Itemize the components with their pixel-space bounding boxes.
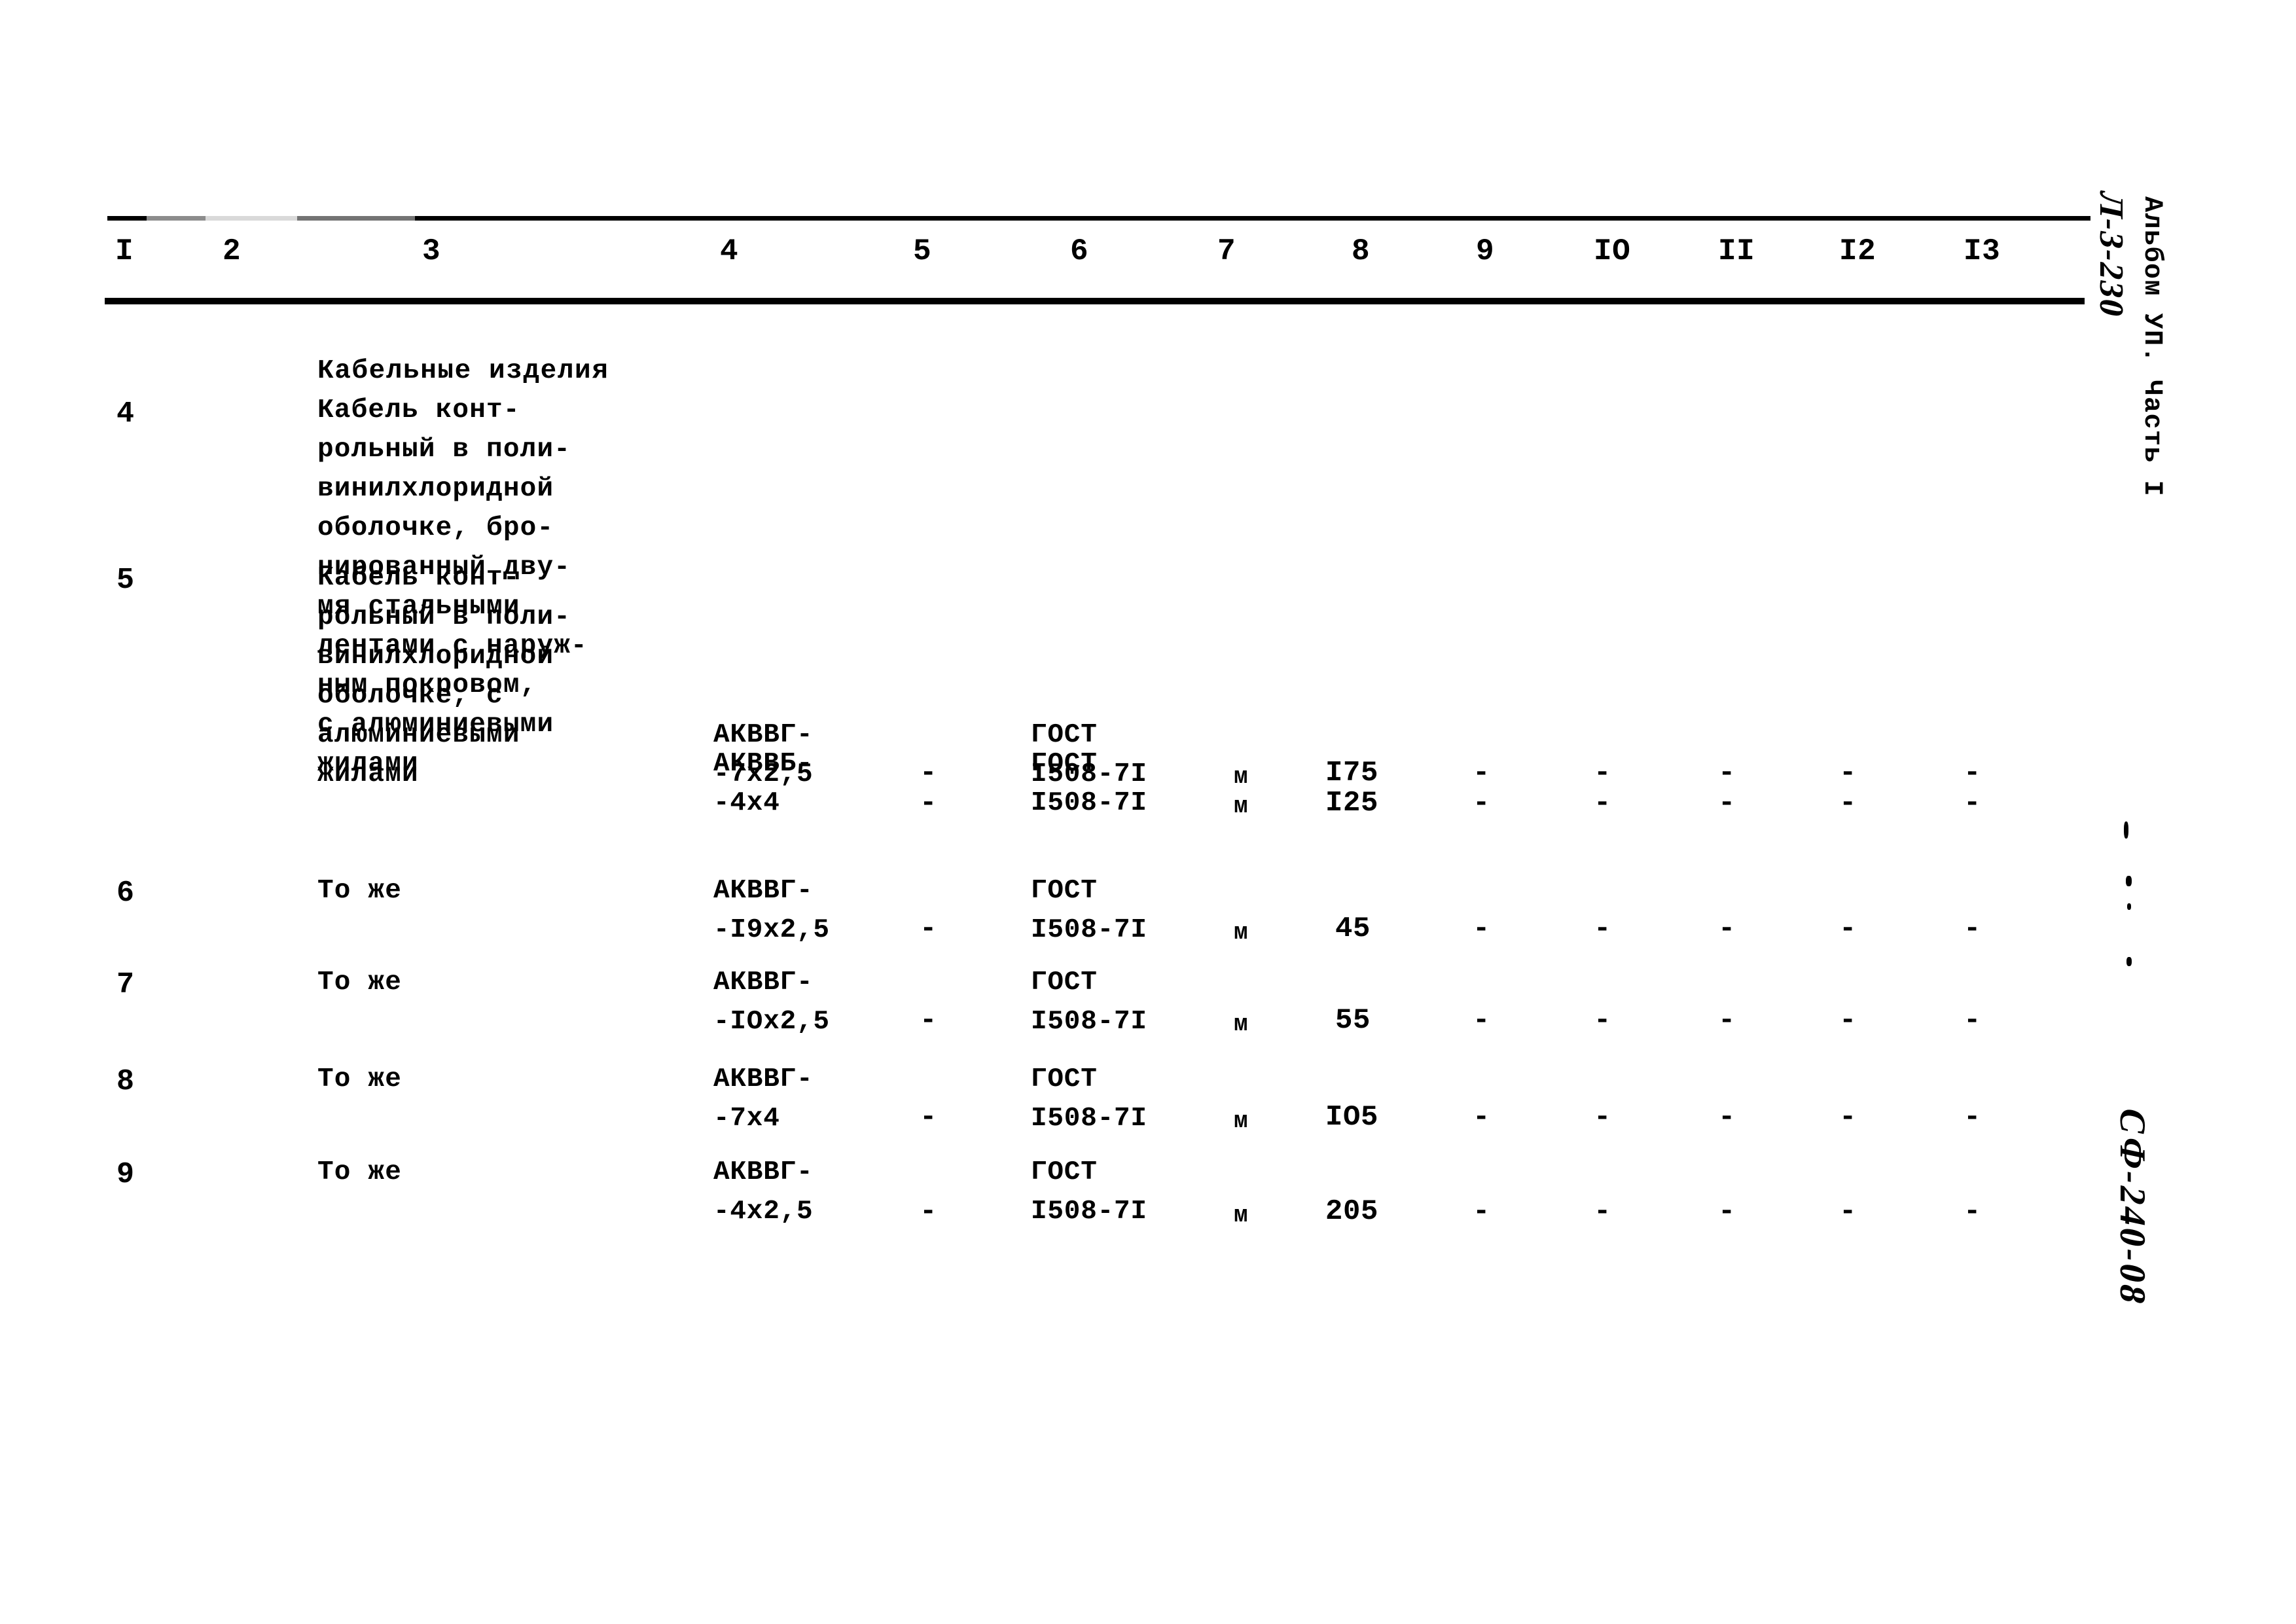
table-row-7-number: 7 <box>117 968 135 1001</box>
table-row-7-col13: - <box>1964 1004 1982 1037</box>
table-row-8-number: 8 <box>117 1065 135 1098</box>
table-row-7-col11: - <box>1718 1004 1736 1037</box>
column-header-1: I <box>115 234 134 268</box>
table-row-7-gost: ГОСТ I508-7I <box>1031 967 1147 1037</box>
table-row-9-col12: - <box>1839 1195 1857 1228</box>
column-header-2: 2 <box>223 234 242 268</box>
column-header-8: 8 <box>1352 234 1371 268</box>
table-row-7-quantity: 55 <box>1335 1004 1371 1037</box>
table-row-5-number: 5 <box>117 564 135 597</box>
specification-table: I 2 3 4 5 6 7 8 9 IO II I2 I3 Кабельные … <box>105 216 2094 1332</box>
table-row-5-description: Кабель конт- рольный в поли- винилхлорид… <box>317 563 571 789</box>
table-row-9-col9: - <box>1473 1195 1491 1228</box>
table-row-9-unit: м <box>1234 1202 1249 1229</box>
margin-note-drawing-code: Л-3-230 <box>2092 188 2130 322</box>
table-header-rule <box>105 298 2085 304</box>
table-row-6-col5: - <box>920 912 938 945</box>
table-row-8-code: АКВВГ- -7х4 <box>713 1064 814 1134</box>
column-header-6: 6 <box>1070 234 1089 268</box>
table-row-7-col5: - <box>920 1004 938 1037</box>
table-row-6-code: АКВВГ- -I9х2,5 <box>713 876 830 945</box>
table-row-9-quantity: 205 <box>1325 1195 1379 1228</box>
ink-speck <box>2126 957 2132 966</box>
ink-speck <box>2127 903 2131 910</box>
column-header-10: IO <box>1594 234 1631 268</box>
table-row-5-gost: ГОСТ I508-7I <box>1031 720 1147 789</box>
table-row-6-col12: - <box>1839 912 1857 945</box>
table-row-9-col5: - <box>920 1195 938 1228</box>
table-row-6-col10: - <box>1594 912 1612 945</box>
table-row-5-col5: - <box>920 757 938 789</box>
table-row-7-description: То же <box>317 967 403 998</box>
table-row-7-code: АКВВГ- -IОх2,5 <box>713 967 830 1037</box>
table-row-8-col10: - <box>1594 1101 1612 1134</box>
table-row-6-col9: - <box>1473 912 1491 945</box>
margin-note-album-part: Альбом УП. Часть I <box>2137 196 2166 497</box>
table-row-6-number: 6 <box>117 876 135 910</box>
table-row-9-col13: - <box>1964 1195 1982 1228</box>
table-row-5-col12: - <box>1839 757 1857 789</box>
table-row-6-gost: ГОСТ I508-7I <box>1031 876 1147 945</box>
ink-speck <box>2126 876 2132 886</box>
table-row-6-col13: - <box>1964 912 1982 945</box>
table-row-8-col5: - <box>920 1101 938 1134</box>
table-body: Кабельные изделия 4 Кабель конт- рольный… <box>105 311 2094 1332</box>
table-row-7-col10: - <box>1594 1004 1612 1037</box>
column-header-7: 7 <box>1217 234 1236 268</box>
table-top-rule <box>107 216 2090 221</box>
table-row-4-number: 4 <box>117 397 135 431</box>
table-row-9-number: 9 <box>117 1158 135 1191</box>
table-row-6-description: То же <box>317 876 403 906</box>
table-row-9-gost: ГОСТ I508-7I <box>1031 1157 1147 1227</box>
margin-note-archive-code: СФ-240-08 <box>2112 1104 2153 1310</box>
table-row-5-code: АКВВГ- -7х2,5 <box>713 720 814 789</box>
table-row-9-col11: - <box>1718 1195 1736 1228</box>
table-row-5-col13: - <box>1964 757 1982 789</box>
column-header-12: I2 <box>1839 234 1876 268</box>
table-row-8-col13: - <box>1964 1101 1982 1134</box>
table-row-7-col9: - <box>1473 1004 1491 1037</box>
table-row-8-gost: ГОСТ I508-7I <box>1031 1064 1147 1134</box>
page-sheet: I 2 3 4 5 6 7 8 9 IO II I2 I3 Кабельные … <box>0 0 2296 1624</box>
table-row-9-code: АКВВГ- -4х2,5 <box>713 1157 814 1227</box>
table-row-6-quantity: 45 <box>1335 912 1371 945</box>
table-header-row: I 2 3 4 5 6 7 8 9 IO II I2 I3 <box>105 221 2094 298</box>
table-row-7-col12: - <box>1839 1004 1857 1037</box>
table-row-5-quantity: I75 <box>1325 757 1379 789</box>
column-header-3: 3 <box>422 234 441 268</box>
table-row-5-col11: - <box>1718 757 1736 789</box>
table-row-9-description: То же <box>317 1157 403 1187</box>
table-row-8-quantity: IО5 <box>1325 1101 1379 1134</box>
table-row-6-col11: - <box>1718 912 1736 945</box>
column-header-13: I3 <box>1964 234 2001 268</box>
table-row-8-col11: - <box>1718 1101 1736 1134</box>
table-row-8-col12: - <box>1839 1101 1857 1134</box>
table-row-8-description: То же <box>317 1064 403 1094</box>
column-header-5: 5 <box>913 234 932 268</box>
table-row-5-col9: - <box>1473 757 1491 789</box>
table-row-5-unit: м <box>1234 763 1249 790</box>
table-row-8-unit: м <box>1234 1108 1249 1134</box>
table-row-8-col9: - <box>1473 1101 1491 1134</box>
column-header-11: II <box>1718 234 1755 268</box>
column-header-4: 4 <box>720 234 739 268</box>
table-row-5-col10: - <box>1594 757 1612 789</box>
table-row-7-unit: м <box>1234 1011 1249 1038</box>
table-row-9-col10: - <box>1594 1195 1612 1228</box>
section-title: Кабельные изделия <box>317 356 609 386</box>
table-row-6-unit: м <box>1234 919 1249 946</box>
column-header-9: 9 <box>1476 234 1495 268</box>
ink-speck <box>2124 821 2128 839</box>
